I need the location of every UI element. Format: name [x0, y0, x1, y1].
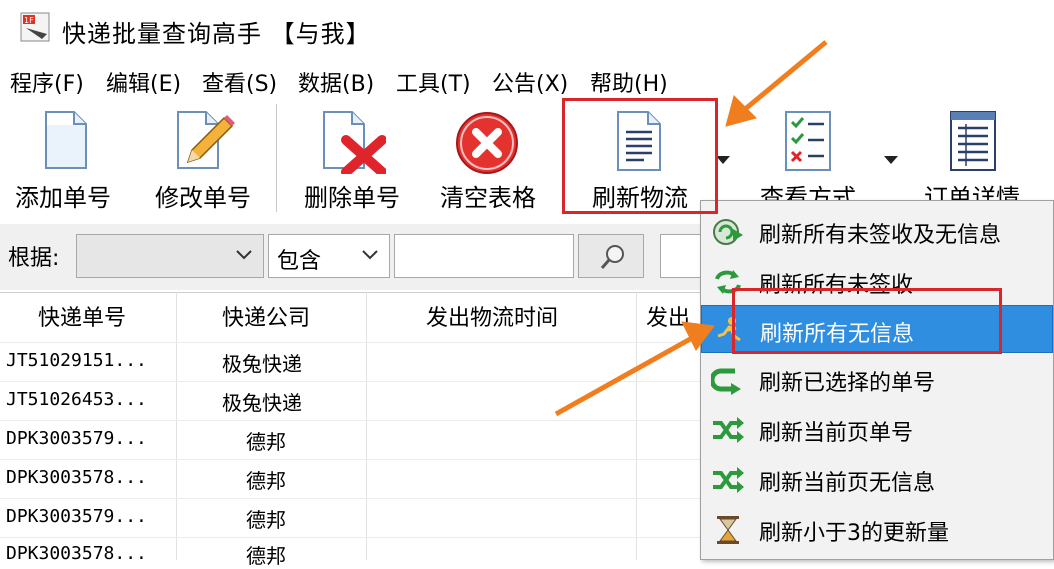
annotation-arrow-icon: [742, 40, 828, 112]
annotation-arrowhead-icon: [681, 321, 715, 351]
annotation-arrows: [554, 40, 828, 417]
annotation-arrow-icon: [554, 335, 694, 417]
annotation-arrowhead-icon: [725, 95, 757, 127]
